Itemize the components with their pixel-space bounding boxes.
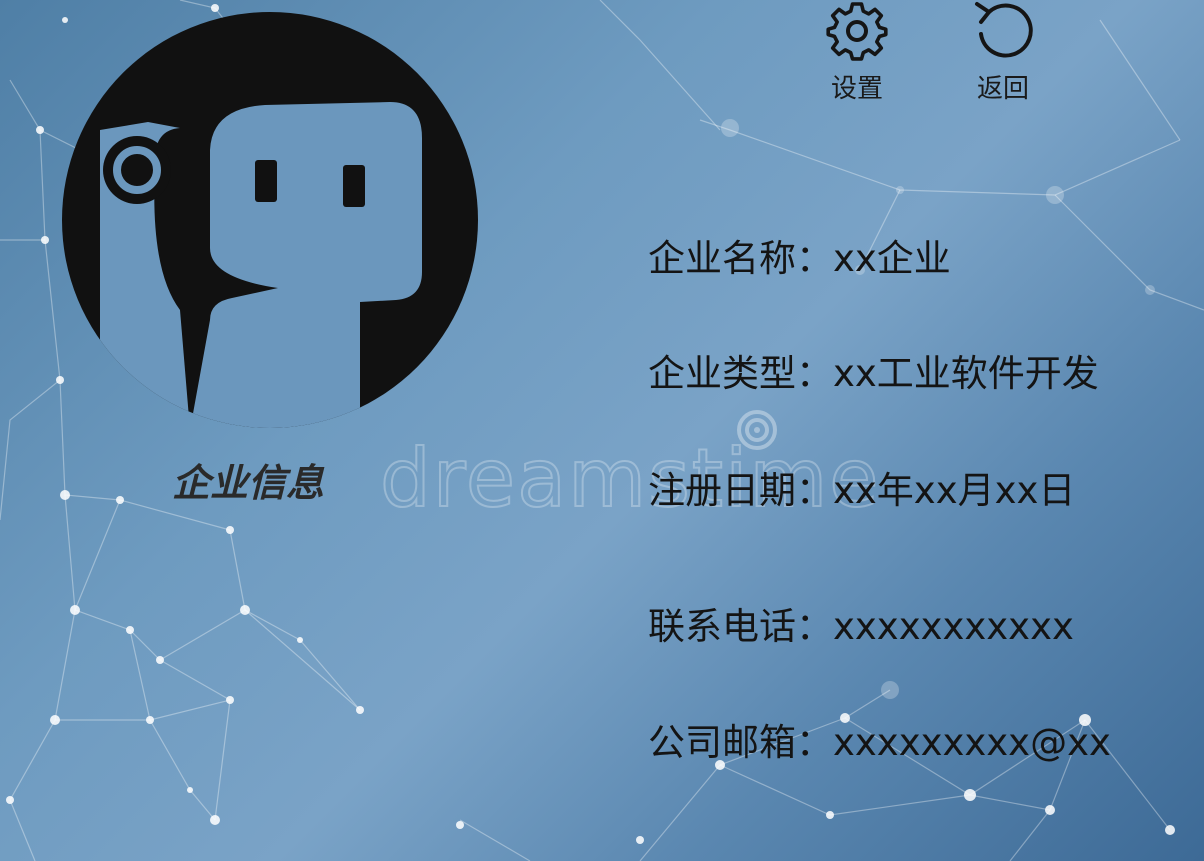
info-label: 企业名称： [648,237,833,280]
info-value: xxxxxxxxx@xx [833,721,1111,764]
info-value: xx年xx月xx日 [833,469,1076,512]
info-row-registration-date: 注册日期：xx年xx月xx日 [648,460,1075,514]
info-value: xxxxxxxxxxx [833,605,1074,648]
info-label: 注册日期： [648,469,833,512]
info-row-email: 公司邮箱：xxxxxxxxx@xx [648,712,1111,766]
settings-label: 设置 [830,74,883,104]
info-row-company-type: 企业类型：xx工业软件开发 [648,343,1099,397]
company-info-title: 企业信息 [172,461,325,505]
info-row-phone: 联系电话：xxxxxxxxxxx [648,596,1074,650]
robot-avatar-icon [62,12,478,428]
back-button[interactable]: 返回 [958,0,1048,105]
back-label: 返回 [976,74,1029,104]
rotate-ccw-icon [975,2,1033,58]
info-label: 公司邮箱： [648,721,833,764]
settings-button[interactable]: 设置 [812,0,902,105]
info-value: xx企业 [833,237,951,280]
gear-icon [826,2,888,61]
info-row-company-name: 企业名称：xx企业 [648,228,951,282]
info-value: xx工业软件开发 [833,352,1099,395]
info-label: 企业类型： [648,352,833,395]
info-label: 联系电话： [648,605,833,648]
